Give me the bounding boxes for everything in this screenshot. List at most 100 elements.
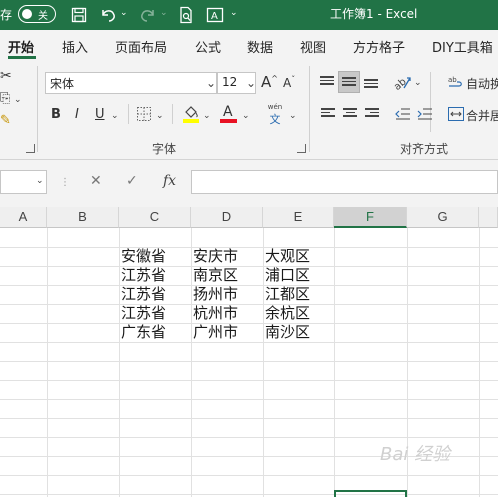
copy-icon[interactable]: ⎘	[0, 91, 10, 106]
fx-icon[interactable]: fx	[163, 173, 176, 189]
tab-diy-toolbox[interactable]: DIY工具箱	[432, 37, 493, 56]
align-center-icon[interactable]	[343, 108, 357, 120]
align-top-icon[interactable]	[320, 76, 334, 88]
column-header-e[interactable]: E	[263, 207, 334, 228]
merge-center-label[interactable]: 合并居	[466, 107, 498, 124]
fill-color-icon[interactable]	[182, 104, 200, 127]
tab-data[interactable]: 数据	[247, 37, 273, 56]
active-cell-border[interactable]	[334, 490, 407, 497]
wrap-text-icon[interactable]: ab	[448, 74, 464, 93]
font-name-value: 宋体	[50, 77, 75, 91]
orientation-dropdown-icon[interactable]: ⌄	[414, 78, 422, 88]
font-color-dropdown-icon[interactable]: ⌄	[242, 111, 250, 121]
phonetic-icon[interactable]: wén 文	[265, 103, 285, 127]
group-alignment-label: 对齐方式	[400, 142, 449, 156]
cell-c6[interactable]: 广东省	[121, 323, 166, 342]
cell-e2[interactable]: 大观区	[265, 247, 310, 266]
increase-indent-icon[interactable]	[417, 107, 433, 124]
column-header-c[interactable]: C	[119, 207, 191, 228]
orientation-icon[interactable]: ab	[392, 73, 412, 94]
tab-view[interactable]: 视图	[300, 37, 326, 56]
wrap-text-label[interactable]: 自动换	[466, 75, 498, 92]
format-painter-icon[interactable]: ✎	[0, 113, 11, 128]
cell-e5[interactable]: 余杭区	[265, 304, 310, 323]
phonetic-dropdown-icon[interactable]: ⌄	[289, 111, 297, 121]
redo-dropdown-icon[interactable]: ⌄	[160, 8, 168, 18]
phonetic-top: wén	[267, 103, 283, 111]
cell-d2[interactable]: 安庆市	[193, 247, 238, 266]
cell-e3[interactable]: 浦口区	[265, 266, 310, 285]
cell-c5[interactable]: 江苏省	[121, 304, 166, 323]
merge-icon[interactable]	[448, 107, 464, 124]
svg-text:ab: ab	[448, 76, 457, 84]
column-header-g[interactable]: G	[407, 207, 479, 228]
cell-e4[interactable]: 江都区	[265, 285, 310, 304]
align-right-icon[interactable]	[365, 108, 379, 120]
align-middle-button[interactable]	[338, 71, 360, 93]
toggle-state: 关	[38, 11, 48, 22]
cell-c2[interactable]: 安徽省	[121, 247, 166, 266]
column-header-a[interactable]: A	[0, 207, 47, 228]
more-options-icon[interactable]: ⋮	[60, 177, 70, 188]
borders-icon[interactable]	[136, 106, 152, 125]
font-name-select[interactable]: 宋体 ⌄	[45, 72, 217, 94]
bold-button[interactable]: B	[51, 107, 61, 122]
autosave-toggle[interactable]: 关	[18, 5, 56, 23]
cell-d4[interactable]: 扬州市	[193, 285, 238, 304]
gridline	[0, 266, 498, 267]
save-icon[interactable]	[69, 4, 89, 26]
title-bar: 存 关 ⌄ ⌄ A ⌄ 工作簿1 - Excel	[0, 0, 498, 30]
italic-button[interactable]: I	[75, 107, 79, 122]
grow-font-icon[interactable]: A^	[261, 73, 278, 91]
clipboard-launcher-icon[interactable]	[26, 144, 35, 153]
divider	[172, 104, 173, 124]
decrease-indent-icon[interactable]	[395, 107, 411, 124]
column-header-f[interactable]: F	[334, 207, 407, 228]
font-launcher-icon[interactable]	[297, 144, 306, 153]
tab-page-layout[interactable]: 页面布局	[115, 37, 167, 56]
align-left-icon[interactable]	[321, 108, 335, 120]
tab-home[interactable]: 开始	[8, 37, 34, 56]
cell-d6[interactable]: 广州市	[193, 323, 238, 342]
undo-dropdown-icon[interactable]: ⌄	[120, 8, 128, 18]
font-name-dropdown-icon: ⌄	[206, 76, 217, 90]
customize-toolbar-icon[interactable]: ⌄	[230, 8, 238, 18]
underline-dropdown-icon[interactable]: ⌄	[111, 111, 119, 121]
tab-fangfang[interactable]: 方方格子	[353, 37, 405, 56]
enter-icon[interactable]: ✓	[126, 173, 138, 189]
active-tab-indicator	[8, 56, 36, 59]
cell-d5[interactable]: 杭州市	[193, 304, 238, 323]
cell-e6[interactable]: 南沙区	[265, 323, 310, 342]
formula-input[interactable]	[191, 170, 498, 194]
underline-button[interactable]: U	[95, 107, 105, 122]
redo-icon[interactable]	[138, 4, 158, 26]
cell-d3[interactable]: 南京区	[193, 266, 238, 285]
watermark: Bai 经验	[380, 444, 451, 465]
shrink-font-icon[interactable]: Aˇ	[283, 75, 295, 90]
align-bottom-icon[interactable]	[364, 79, 378, 91]
align-middle-icon	[342, 77, 356, 89]
gridline	[0, 285, 498, 286]
fill-color-dropdown-icon[interactable]: ⌄	[203, 111, 211, 121]
cancel-icon[interactable]: ✕	[90, 173, 102, 189]
gridline	[0, 380, 498, 381]
tab-insert[interactable]: 插入	[62, 37, 88, 56]
autosave-label: 存	[0, 8, 13, 22]
gridline	[0, 475, 498, 476]
column-header-b[interactable]: B	[47, 207, 119, 228]
cut-icon[interactable]: ✂	[0, 68, 12, 84]
name-box[interactable]: ⌄	[0, 170, 47, 194]
group-separator	[309, 66, 310, 152]
cell-c4[interactable]: 江苏省	[121, 285, 166, 304]
borders-dropdown-icon[interactable]: ⌄	[156, 111, 164, 121]
column-header-h[interactable]	[479, 207, 498, 228]
column-header-d[interactable]: D	[191, 207, 263, 228]
text-box-icon[interactable]: A	[205, 4, 225, 26]
copy-dropdown-icon[interactable]: ⌄	[14, 95, 22, 105]
tab-formulas[interactable]: 公式	[195, 37, 221, 56]
print-preview-icon[interactable]	[176, 4, 196, 26]
font-size-select[interactable]: 12 ⌄	[217, 72, 256, 94]
gridline	[0, 437, 498, 438]
undo-icon[interactable]	[98, 4, 118, 26]
cell-c3[interactable]: 江苏省	[121, 266, 166, 285]
